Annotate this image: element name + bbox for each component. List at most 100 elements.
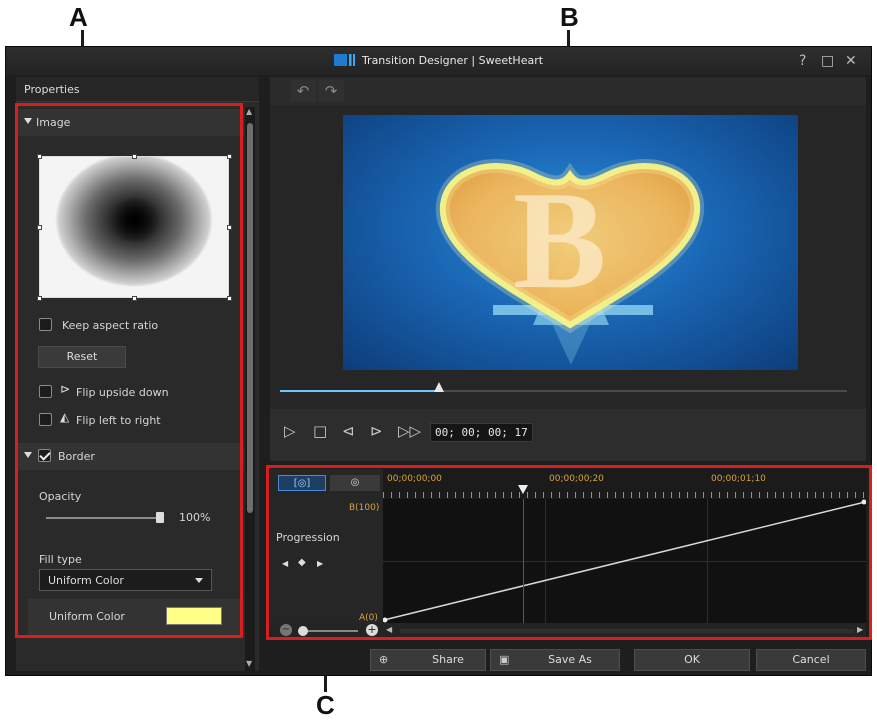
image-section-header[interactable]: Image	[16, 109, 244, 136]
opacity-slider-thumb[interactable]	[156, 512, 164, 523]
flip-horizontal-icon: ◭	[60, 410, 70, 424]
timeline-hscrollbar[interactable]	[400, 629, 854, 633]
timecode-label-3: 00;00;01;10	[711, 474, 766, 484]
flip-left-right-label: Flip left to right	[76, 414, 161, 427]
ruler-ticks	[383, 492, 866, 498]
save-as-label: Save As	[548, 653, 592, 666]
redo-icon[interactable]: ↷	[318, 80, 344, 102]
title-bar: Transition Designer | SweetHeart ? □ ✕	[6, 47, 871, 75]
timeline-track-panel: [◎] ◎ Progression ◀ ◆ ▶ B(100) A(0)	[270, 469, 383, 639]
heart-shape-icon	[112, 195, 158, 241]
uniform-color-swatch[interactable]	[166, 607, 222, 625]
fill-type-value: Uniform Color	[48, 574, 124, 587]
resize-handle-bc[interactable]	[132, 296, 137, 301]
border-enable-checkbox[interactable]	[38, 449, 51, 462]
fast-forward-icon[interactable]: ▷▷	[398, 422, 421, 440]
resize-handle-bl[interactable]	[37, 296, 42, 301]
share-icon: ⊕	[379, 653, 389, 666]
timecode-display[interactable]: 00; 00; 00; 17	[430, 423, 533, 442]
scroll-right-icon[interactable]: ▶	[857, 625, 863, 634]
preview-panel: ↶ ↷ B	[270, 77, 866, 461]
maximize-button[interactable]: □	[821, 53, 834, 69]
callout-a: A	[69, 2, 88, 32]
letter-b-shape: B	[513, 163, 606, 318]
scrollbar-thumb[interactable]	[247, 123, 253, 513]
scroll-down-icon[interactable]: ▼	[246, 659, 252, 668]
resize-handle-mr[interactable]	[227, 225, 232, 230]
timecode-label-1: 00;00;00;00	[387, 474, 442, 484]
help-button[interactable]: ?	[799, 53, 806, 69]
flip-vertical-icon: ⊳	[60, 382, 71, 396]
next-frame-icon[interactable]: ⊳	[370, 422, 383, 440]
opacity-slider[interactable]	[46, 512, 164, 523]
progression-track-label: Progression	[276, 531, 340, 544]
callout-c: C	[316, 690, 335, 720]
keyframe-timeline: [◎] ◎ Progression ◀ ◆ ▶ B(100) A(0) 00;0…	[270, 469, 866, 639]
properties-scrollbar[interactable]: ▲ ▼	[245, 107, 255, 671]
keep-aspect-checkbox[interactable]	[39, 318, 52, 331]
transition-preview-graphic: B	[435, 159, 705, 365]
play-icon[interactable]: ▷	[284, 422, 296, 440]
ok-button[interactable]: OK	[634, 649, 750, 671]
timeline-ruler[interactable]: 00;00;00;00 00;00;00;20 00;00;01;10	[383, 469, 866, 499]
image-section-label: Image	[36, 116, 71, 129]
seek-bar[interactable]	[280, 382, 847, 392]
timeline-mode-tab-1[interactable]: [◎]	[278, 475, 326, 491]
mask-image-preview[interactable]	[39, 156, 229, 298]
save-as-button[interactable]: ▣ Save As	[490, 649, 620, 671]
flip-upside-down-label: Flip upside down	[76, 386, 169, 399]
resize-handle-ml[interactable]	[37, 225, 42, 230]
zoom-slider[interactable]	[298, 626, 358, 636]
fill-type-label: Fill type	[39, 553, 82, 566]
progression-graph[interactable]	[383, 499, 866, 623]
zoom-out-icon[interactable]: −	[280, 624, 292, 636]
stop-icon[interactable]: □	[313, 422, 327, 440]
add-keyframe-icon[interactable]: ◆	[298, 557, 306, 568]
uniform-color-row: Uniform Color	[28, 599, 244, 635]
zoom-in-icon[interactable]: +	[366, 624, 378, 636]
next-keyframe-icon[interactable]: ▶	[317, 559, 323, 568]
y-axis-top-label: B(100)	[349, 503, 380, 513]
reset-button[interactable]: Reset	[38, 346, 126, 368]
flip-upside-down-checkbox[interactable]	[39, 385, 52, 398]
preview-toolbar: ↶ ↷	[270, 77, 866, 105]
transition-designer-window: Transition Designer | SweetHeart ? □ ✕ P…	[5, 46, 872, 676]
collapse-arrow-icon	[24, 452, 32, 458]
resize-handle-tl[interactable]	[37, 154, 42, 159]
flip-left-right-checkbox[interactable]	[39, 413, 52, 426]
fill-type-dropdown[interactable]: Uniform Color	[39, 569, 212, 591]
close-button[interactable]: ✕	[845, 53, 857, 69]
share-button[interactable]: ⊕ Share	[370, 649, 486, 671]
border-section-header[interactable]: Border	[16, 443, 244, 470]
previous-keyframe-icon[interactable]: ◀	[282, 559, 288, 568]
timeline-mode-tab-2[interactable]: ◎	[330, 475, 380, 491]
resize-handle-br[interactable]	[227, 296, 232, 301]
timecode-label-2: 00;00;00;20	[549, 474, 604, 484]
scroll-up-icon[interactable]: ▲	[246, 107, 252, 116]
previous-frame-icon[interactable]: ⊲	[342, 422, 355, 440]
preview-video: B	[343, 115, 798, 370]
window-title: Transition Designer | SweetHeart	[6, 54, 871, 67]
opacity-value: 100%	[179, 511, 211, 524]
keep-aspect-label: Keep aspect ratio	[62, 319, 159, 332]
cancel-button[interactable]: Cancel	[756, 649, 866, 671]
seek-bar-thumb[interactable]	[433, 382, 444, 392]
zoom-slider-thumb[interactable]	[298, 626, 308, 636]
scroll-left-icon[interactable]: ◀	[386, 625, 392, 634]
timeline-footer: − + ◀ ▶	[270, 623, 866, 639]
progression-curve	[383, 499, 866, 623]
collapse-arrow-icon	[24, 118, 32, 124]
y-axis-bottom-label: A(0)	[359, 613, 378, 623]
window-title-text: Transition Designer | SweetHeart	[361, 54, 544, 67]
resize-handle-tc[interactable]	[132, 154, 137, 159]
properties-tab-label: Properties	[24, 83, 80, 96]
keyframe-start	[383, 617, 388, 623]
border-section-label: Border	[58, 450, 95, 463]
playhead-handle[interactable]	[518, 485, 529, 494]
seek-bar-fill	[280, 390, 439, 392]
chevron-down-icon	[195, 578, 203, 583]
resize-handle-tr[interactable]	[227, 154, 232, 159]
opacity-label: Opacity	[39, 490, 82, 503]
undo-icon[interactable]: ↶	[290, 80, 316, 102]
properties-tab[interactable]: Properties	[16, 77, 259, 102]
